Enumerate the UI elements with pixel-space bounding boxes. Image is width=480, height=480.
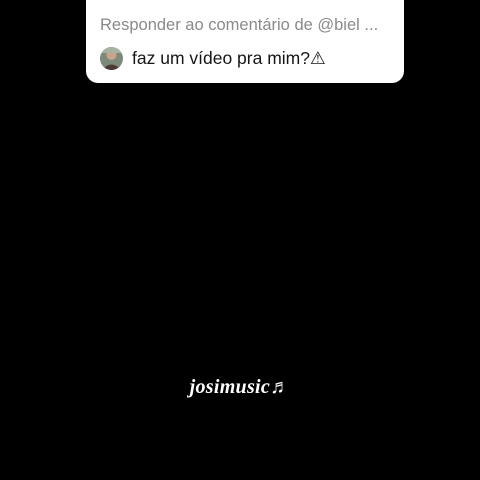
- comment-row: faz um vídeo pra mim?⚠: [100, 46, 326, 70]
- avatar: [100, 46, 123, 70]
- reply-comment-card[interactable]: Responder ao comentário de @biel ... faz…: [86, 0, 404, 83]
- reply-header: Responder ao comentário de @biel ...: [100, 16, 379, 34]
- watermark-logo: josimusic♬: [189, 376, 291, 398]
- comment-text: faz um vídeo pra mim?⚠: [132, 47, 326, 68]
